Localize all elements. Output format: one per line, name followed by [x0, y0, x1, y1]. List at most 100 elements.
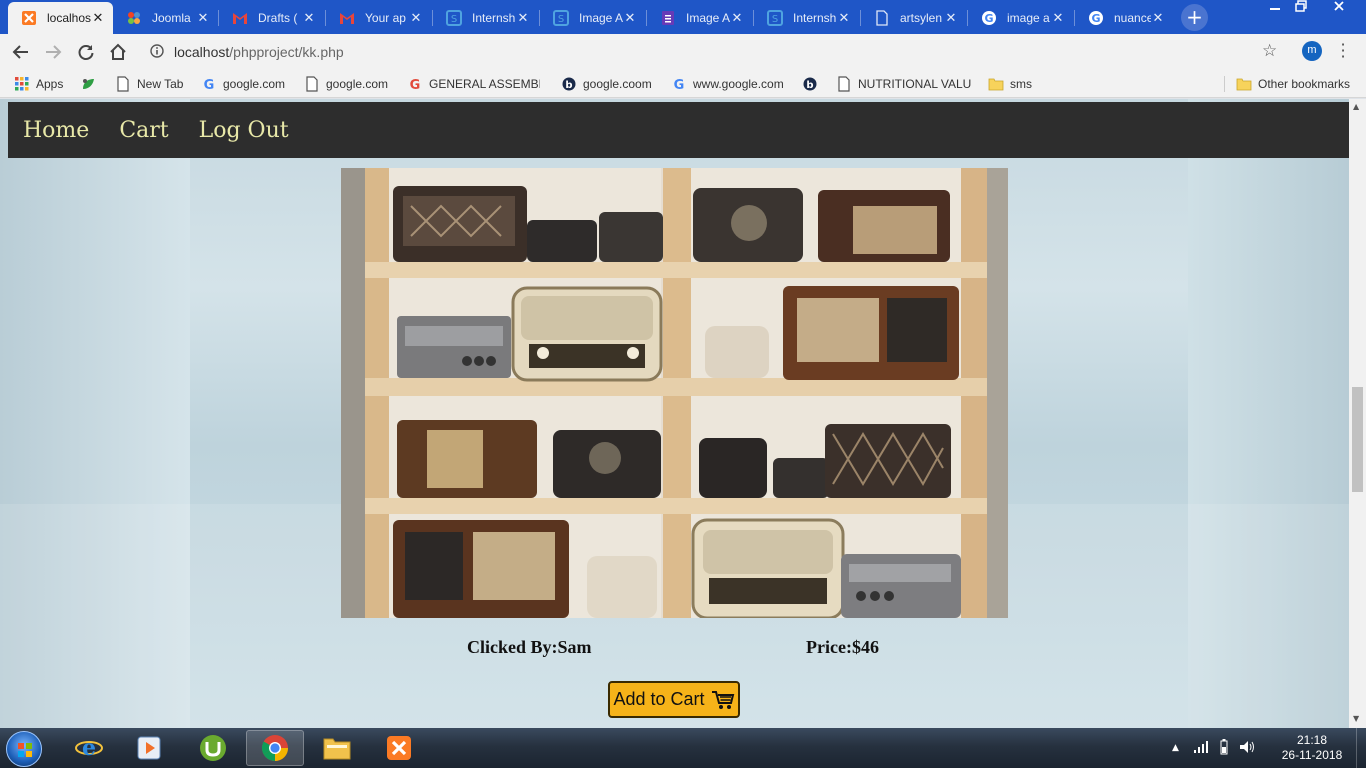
chrome-icon[interactable]	[246, 730, 304, 766]
bookmark-star-icon[interactable]: ☆	[1262, 41, 1277, 61]
home-icon[interactable]	[106, 40, 130, 64]
tab-title: Internsh	[472, 11, 516, 25]
restore-icon[interactable]	[1288, 0, 1314, 18]
internshala-icon: S	[553, 10, 569, 26]
joomla-icon	[126, 10, 142, 26]
google-icon: G	[201, 76, 217, 92]
bookmark-label: Apps	[36, 77, 64, 91]
page-viewport: Home Cart Log Out Clicked By:Sam Price:$…	[0, 99, 1349, 728]
bookmark-bing[interactable]: b	[802, 76, 824, 92]
close-icon[interactable]: ✕	[1151, 10, 1165, 26]
media-player-icon[interactable]	[120, 730, 178, 766]
bookmark-apps[interactable]: Apps	[14, 76, 63, 92]
url-text[interactable]: localhost/phpproject/kk.php	[174, 44, 344, 60]
start-button[interactable]	[6, 731, 42, 767]
xampp-icon	[21, 10, 37, 26]
tab-internshala-1[interactable]: S Internsh ✕	[433, 2, 538, 34]
nav-cart-link[interactable]: Cart	[119, 118, 168, 143]
scroll-down-icon[interactable]: ▼	[1353, 714, 1359, 723]
tab-title: image a	[1007, 11, 1050, 25]
scroll-up-icon[interactable]: ▲	[1353, 102, 1359, 111]
volume-icon[interactable]	[1239, 740, 1255, 757]
bing-icon: b	[802, 76, 818, 92]
page-icon	[304, 76, 320, 92]
page-icon	[874, 10, 890, 26]
close-icon[interactable]: ✕	[516, 10, 530, 26]
url-path: /phpproject/kk.php	[229, 44, 344, 60]
scrollbar-thumb[interactable]	[1352, 387, 1363, 492]
svg-text:b: b	[565, 80, 572, 91]
profile-avatar[interactable]: m	[1302, 41, 1322, 61]
bookmark-general-assembly[interactable]: G GENERAL ASSEMBLY	[407, 76, 540, 92]
page-scrollbar[interactable]: ▲ ▼	[1349, 99, 1366, 728]
tab-image-a-3[interactable]: G image a ✕	[968, 2, 1073, 34]
page-icon	[115, 76, 131, 92]
forward-arrow-icon[interactable]	[41, 40, 65, 64]
bookmark-label: NUTRITIONAL VALUE	[858, 77, 972, 91]
bookmark-www-google[interactable]: G www.google.com	[671, 76, 784, 92]
close-icon[interactable]: ✕	[91, 10, 105, 26]
close-icon[interactable]: ✕	[837, 10, 851, 26]
add-to-cart-button[interactable]: Add to Cart	[608, 681, 740, 718]
internshala-icon: S	[767, 10, 783, 26]
nav-home-link[interactable]: Home	[23, 118, 89, 143]
bookmarks-bar: Apps New Tab G google.com google.com G G…	[0, 70, 1366, 98]
address-bar[interactable]: localhost/phpproject/kk.php	[144, 38, 1290, 66]
tab-joomla[interactable]: Joomla ✕	[113, 2, 218, 34]
network-signal-icon[interactable]	[1193, 740, 1209, 756]
tab-title: Your ap	[365, 11, 406, 25]
bookmark-label: google.com	[223, 77, 286, 91]
info-icon[interactable]	[150, 44, 164, 61]
bookmark-other[interactable]: Other bookmarks	[1236, 76, 1350, 92]
tab-title: Image A	[686, 11, 730, 25]
close-icon[interactable]: ✕	[1051, 10, 1065, 26]
add-to-cart-label: Add to Cart	[613, 689, 705, 709]
tab-your-app[interactable]: Your ap ✕	[326, 2, 431, 34]
bookmark-label: www.google.com	[693, 77, 784, 91]
back-arrow-icon[interactable]	[9, 40, 33, 64]
bookmark-nutritional-value[interactable]: NUTRITIONAL VALUE	[836, 76, 972, 92]
tab-image-a-2[interactable]: Image A ✕	[647, 2, 752, 34]
bookmark-leaf[interactable]	[80, 76, 102, 92]
file-explorer-icon[interactable]	[308, 730, 366, 766]
bookmark-sms[interactable]: sms	[988, 76, 1032, 92]
nav-logout-link[interactable]: Log Out	[199, 118, 289, 143]
tab-image-a-1[interactable]: S Image A ✕	[540, 2, 645, 34]
tab-localhost[interactable]: localhost ✕	[8, 2, 113, 34]
internet-explorer-icon[interactable]: e	[60, 730, 118, 766]
gmail-icon	[232, 10, 248, 26]
new-tab-button[interactable]: +	[1181, 4, 1208, 31]
close-icon[interactable]: ✕	[944, 10, 958, 26]
g-icon: G	[407, 76, 423, 92]
bookmark-label: sms	[1010, 77, 1032, 91]
close-icon[interactable]: ✕	[730, 10, 744, 26]
system-tray: ▲	[1172, 728, 1255, 768]
bookmark-google-2[interactable]: google.com	[304, 76, 388, 92]
close-icon[interactable]: ✕	[302, 10, 316, 26]
close-window-icon[interactable]	[1316, 0, 1362, 18]
bookmark-google-coom[interactable]: b google.coom	[561, 76, 652, 92]
bookmark-label: Other bookmarks	[1258, 77, 1351, 91]
utorrent-icon[interactable]	[184, 730, 242, 766]
xampp-icon[interactable]	[370, 730, 428, 766]
tray-expand-icon[interactable]: ▲	[1172, 743, 1179, 753]
tab-nuance[interactable]: G nuance ✕	[1075, 2, 1173, 34]
svg-text:G: G	[1091, 12, 1100, 25]
tab-title: localhost	[47, 11, 91, 25]
bookmark-new-tab[interactable]: New Tab	[115, 76, 183, 92]
close-icon[interactable]: ✕	[196, 10, 210, 26]
close-icon[interactable]: ✕	[623, 10, 637, 26]
tab-artsylen[interactable]: artsylen ✕	[861, 2, 966, 34]
browser-toolbar: localhost/phpproject/kk.php ☆ m · · ·	[0, 34, 1366, 70]
bookmark-google-1[interactable]: G google.com	[201, 76, 285, 92]
reload-icon[interactable]	[74, 40, 98, 64]
battery-icon[interactable]	[1219, 738, 1229, 758]
clock-date: 26-11-2018	[1281, 748, 1343, 762]
close-icon[interactable]: ✕	[409, 10, 423, 26]
system-clock[interactable]: 21:18 26-11-2018	[1280, 733, 1344, 763]
show-desktop-button[interactable]	[1356, 728, 1366, 768]
menu-kebab-icon[interactable]: · · ·	[1338, 37, 1348, 65]
minimize-icon[interactable]	[1262, 0, 1288, 18]
tab-drafts[interactable]: Drafts ( ✕	[219, 2, 324, 34]
tab-internshala-2[interactable]: S Internsh ✕	[754, 2, 859, 34]
